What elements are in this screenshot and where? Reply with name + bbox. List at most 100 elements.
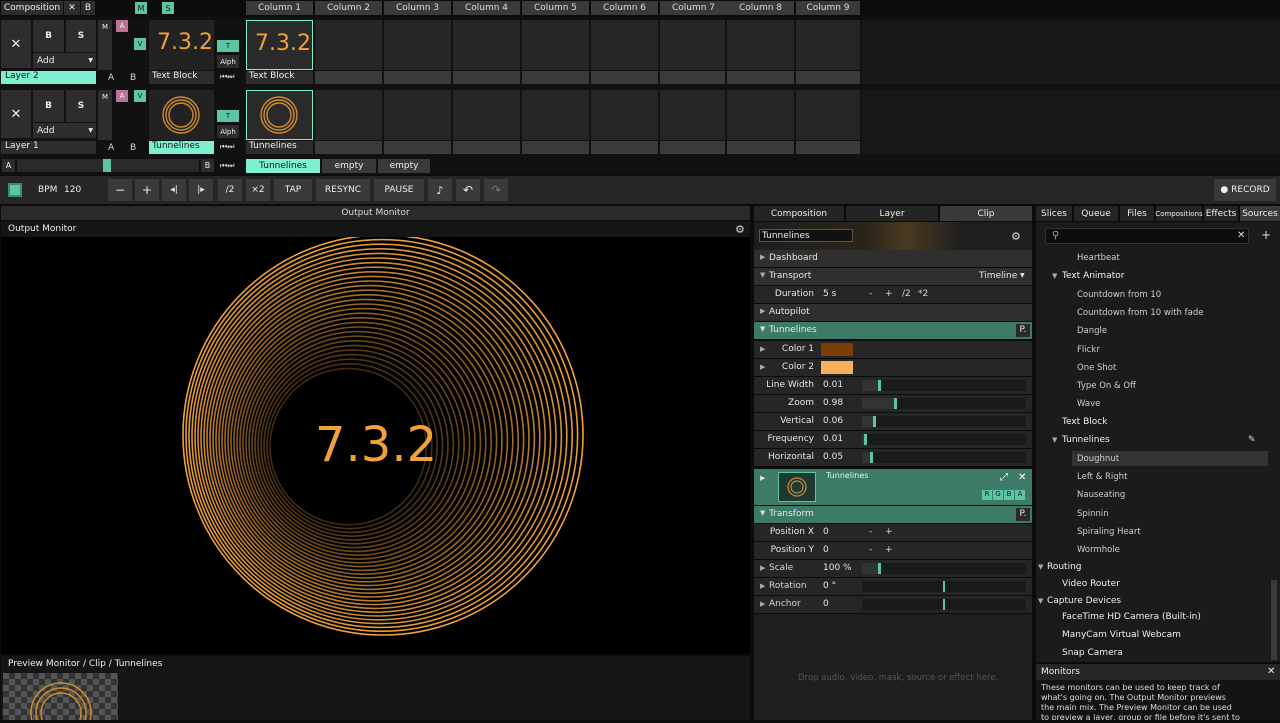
bpm-double-button[interactable]: ×2 [246,179,270,201]
skip-icon[interactable]: ⏮⏭ [220,161,234,171]
tab-layer[interactable]: Layer [846,206,938,221]
bpm-decrease-button[interactable]: − [108,179,132,201]
skip-icon[interactable]: ⏮⏭ [220,142,234,152]
column-2-header[interactable]: Column 2 [315,1,382,15]
search-input[interactable]: ⚲ ✕ [1045,228,1249,244]
slider-handle[interactable] [873,416,876,427]
slider-handle[interactable] [870,452,873,463]
tab-slices[interactable]: Slices [1036,206,1072,221]
slider-handle[interactable] [878,380,881,391]
source-group-capture-devices[interactable]: Capture Devices [1047,596,1121,606]
record-button[interactable]: ● RECORD [1214,179,1276,201]
column-3-header[interactable]: Column 3 [384,1,451,15]
layer-1-add-dropdown[interactable]: Add ▼ [33,123,96,138]
tab-queue[interactable]: Queue [1074,206,1118,221]
layer-1-a-button[interactable]: A [116,90,128,102]
tab-sources[interactable]: Sources [1240,206,1280,221]
layer-2-crossfade-b[interactable]: B [130,73,136,83]
gear-icon[interactable]: ⚙ [735,223,745,236]
duration-half-button[interactable]: /2 [902,289,911,299]
anchor-slider[interactable] [862,599,1026,610]
bpm-value[interactable]: 120 [64,185,81,195]
source-item[interactable]: ManyCam Virtual Webcam [1062,630,1181,640]
layer-2-alpha-dropdown[interactable]: Alph [217,55,239,68]
section-dashboard[interactable]: ▶ Dashboard [754,250,1032,267]
layer-1-bypass-button[interactable]: B [33,90,64,122]
clip-slot[interactable] [796,20,860,70]
position-y-plus[interactable]: + [885,545,893,555]
bpm-increase-button[interactable]: + [135,179,159,201]
channel-g-toggle[interactable]: G [993,490,1003,500]
column-7-header[interactable]: Column 7 [660,1,727,15]
slider-handle[interactable] [943,581,945,592]
clip-slot-layer2-col1[interactable]: 7.3.2 [246,20,313,70]
edit-icon[interactable]: ✎ [1248,435,1256,445]
position-x-minus[interactable]: - [869,527,872,537]
tab-effects[interactable]: Effects [1204,206,1238,221]
layer-2-clip-thumbnail[interactable]: 7.3.2 [149,20,214,70]
layer-1-clear-button[interactable]: ✕ [1,90,31,138]
section-transport[interactable]: ▼ Transport Timeline ▼ [754,268,1032,285]
line-width-slider[interactable] [862,380,1026,391]
layer-1-alpha-dropdown[interactable]: Alph [217,125,239,138]
source-item[interactable]: Wormhole [1077,545,1120,555]
source-item[interactable]: Doughnut [1077,454,1119,464]
close-icon[interactable]: ✕ [1018,472,1026,483]
section-tunnelines[interactable]: ▼ Tunnelines P. [754,322,1032,339]
slider-handle[interactable] [894,398,897,409]
column-9-header[interactable]: Column 9 [796,1,860,15]
position-x-plus[interactable]: + [885,527,893,537]
layer-2-bypass-button[interactable]: B [33,20,64,52]
source-item[interactable]: Video Router [1062,579,1120,589]
duration-plus-button[interactable]: + [885,289,893,299]
horizontal-slider[interactable] [862,452,1026,463]
source-item[interactable]: Wave [1077,399,1100,409]
channel-b-toggle[interactable]: B [1004,490,1014,500]
clip-name-input[interactable] [759,229,853,242]
duration-value[interactable]: 5 s [823,289,836,299]
clip-slot[interactable] [522,20,589,70]
crossfader-b-button[interactable]: B [201,159,214,172]
layer-1-crossfade-b[interactable]: B [130,143,136,153]
tap-button[interactable]: TAP [274,179,312,201]
color2-swatch[interactable] [821,361,853,374]
bpm-half-button[interactable]: /2 [218,179,242,201]
tab-clip[interactable]: Clip [940,206,1032,221]
composition-mute-button[interactable]: M [135,2,147,14]
source-item[interactable]: Spiraling Heart [1077,527,1141,537]
clear-search-icon[interactable]: ✕ [1237,230,1245,241]
source-group-text-animator[interactable]: Text Animator [1062,271,1124,281]
crossfader-a-button[interactable]: A [2,159,15,172]
clip-slot[interactable] [660,90,725,140]
scrollbar[interactable] [1271,580,1277,660]
clip-slot-layer1-col1[interactable] [246,90,313,140]
source-item[interactable]: Type On & Off [1077,381,1136,391]
section-transform[interactable]: ▼ Transform P. [754,506,1032,523]
metronome-icon[interactable]: ♪ [428,179,452,201]
clip-slot[interactable] [453,90,520,140]
effect-drop-zone[interactable] [754,614,1032,720]
clip-slot[interactable] [522,90,589,140]
column-4-header[interactable]: Column 4 [453,1,520,15]
slider-handle[interactable] [878,563,881,574]
zoom-slider[interactable] [862,398,1026,409]
source-item[interactable]: FaceTime HD Camera (Built-in) [1062,612,1201,622]
rotation-slider[interactable] [862,581,1026,592]
redo-icon[interactable]: ↷ [484,179,508,201]
scale-slider[interactable] [862,563,1026,574]
nudge-back-icon[interactable]: ◂| [162,179,186,201]
add-icon[interactable]: + [1261,228,1271,242]
composition-clear-button[interactable]: ✕ [64,1,80,15]
source-group-tunnelines[interactable]: Tunnelines [1062,435,1110,445]
vertical-slider[interactable] [862,416,1026,427]
column-1-header[interactable]: Column 1 [246,1,313,15]
layer-2-mute-button[interactable]: M [98,20,112,70]
nudge-forward-icon[interactable]: |▸ [189,179,213,201]
source-item[interactable]: Nauseating [1077,490,1125,500]
undo-icon[interactable]: ↶ [456,179,480,201]
clip-slot[interactable] [591,20,658,70]
clip-slot[interactable] [315,20,382,70]
layer-1-name[interactable]: Layer 1 [1,141,96,154]
source-item[interactable]: One Shot [1077,363,1116,373]
clip-slot[interactable] [727,20,794,70]
